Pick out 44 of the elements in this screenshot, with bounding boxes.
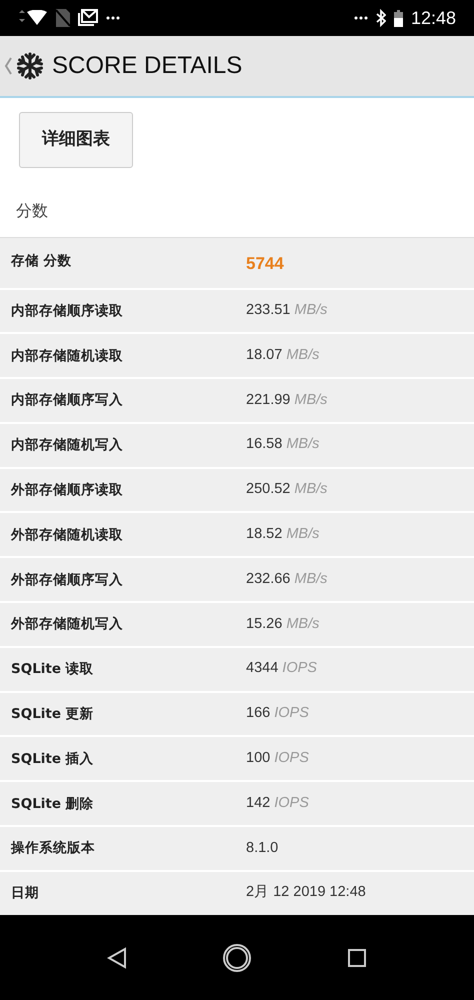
home-icon[interactable]	[222, 942, 252, 972]
score-value: 5744	[246, 252, 284, 274]
back-icon[interactable]	[107, 946, 127, 968]
battery-icon	[394, 10, 403, 26]
row-value: 16.58 MB/s	[246, 435, 320, 454]
row-value: 100 IOPS	[246, 748, 309, 768]
row-value: 2月 12 2019 12:48	[246, 883, 366, 902]
recents-icon[interactable]	[347, 948, 367, 968]
row-value: 4344 IOPS	[246, 659, 317, 678]
more-icon	[354, 16, 368, 20]
chart-button[interactable]: 详细图表	[19, 112, 133, 168]
row-value: 250.52 MB/s	[246, 480, 328, 500]
row-label: SQLite 读取	[11, 660, 95, 680]
row-label: 外部存储随机读取	[11, 526, 124, 545]
row-label: 操作系统版本	[11, 839, 96, 858]
row-value: 18.52 MB/s	[246, 525, 320, 544]
row-label: SQLite 插入	[11, 750, 95, 769]
clock-time: 12:48	[410, 6, 456, 30]
row-label: 内部存储顺序写入	[11, 391, 124, 410]
row-value: 166 IOPS	[246, 704, 309, 724]
row-label: 日期	[11, 884, 40, 904]
row-label: 外部存储随机写入	[11, 615, 124, 634]
row-value: 221.99 MB/s	[246, 390, 328, 410]
row-label: 内部存储随机读取	[11, 346, 124, 366]
row-label: 外部存储顺序写入	[11, 570, 124, 590]
row-value: 142 IOPS	[246, 794, 309, 813]
row-label: SQLite 更新	[11, 704, 95, 724]
no-sim-icon	[56, 9, 70, 27]
wifi-icon	[18, 10, 48, 26]
row-value: 8.1.0	[246, 838, 278, 858]
row-label: 外部存储顺序读取	[11, 480, 124, 500]
row-value: 15.26 MB/s	[246, 614, 320, 634]
snowflake-icon	[16, 52, 44, 80]
row-label: 内部存储顺序读取	[11, 302, 124, 321]
row-value: 233.51 MB/s	[246, 301, 328, 320]
bluetooth-icon	[376, 9, 386, 27]
row-value: 232.66 MB/s	[246, 570, 328, 589]
row-value: 18.07 MB/s	[246, 346, 320, 365]
row-label: 存储 分数	[11, 252, 73, 270]
screen-title: SCORE DETAILS	[52, 51, 242, 81]
mail-icon	[78, 9, 98, 27]
more-icon	[106, 16, 120, 20]
row-label: SQLite 删除	[11, 794, 95, 814]
row-label: 内部存储随机写入	[11, 436, 124, 456]
